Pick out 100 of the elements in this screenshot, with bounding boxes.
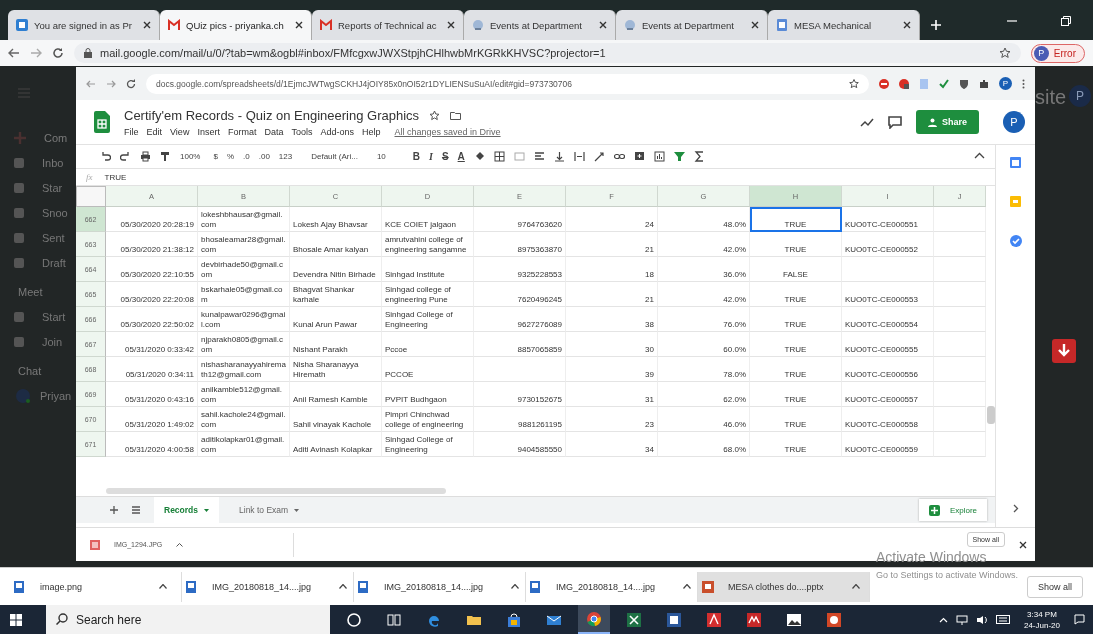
browser-tab[interactable]: You are signed in as Pr bbox=[8, 10, 160, 40]
increase-decimals-button[interactable]: .00 bbox=[258, 152, 270, 161]
comment-add-icon[interactable] bbox=[633, 151, 645, 162]
undo-icon[interactable] bbox=[100, 151, 111, 162]
save-status-link[interactable]: All changes saved in Drive bbox=[394, 126, 501, 137]
close-icon[interactable] bbox=[447, 21, 455, 29]
app-icon[interactable] bbox=[746, 611, 762, 628]
puzzle-icon[interactable] bbox=[979, 78, 989, 89]
calendar-icon[interactable] bbox=[1010, 157, 1021, 168]
add-icon[interactable] bbox=[110, 506, 118, 514]
explore-button[interactable]: Explore bbox=[918, 499, 987, 521]
stop-icon[interactable] bbox=[879, 78, 889, 89]
close-icon[interactable] bbox=[143, 21, 151, 29]
menu-item[interactable]: Join bbox=[42, 336, 63, 348]
comment-icon[interactable] bbox=[888, 115, 902, 129]
folder-icon[interactable] bbox=[450, 110, 462, 120]
photos-icon[interactable] bbox=[786, 611, 802, 628]
menu-item[interactable]: Insert bbox=[197, 126, 220, 137]
print-icon[interactable] bbox=[140, 151, 151, 162]
trend-icon[interactable] bbox=[860, 117, 874, 127]
restore-icon[interactable] bbox=[1061, 16, 1071, 26]
pdf-app-icon[interactable] bbox=[706, 611, 722, 628]
reload-icon[interactable] bbox=[52, 47, 64, 59]
menu-item[interactable]: Com bbox=[44, 132, 68, 144]
clock-date[interactable]: 24-Jun-20 bbox=[1023, 619, 1060, 631]
chevron-up-icon[interactable] bbox=[938, 616, 948, 623]
browser-tab[interactable]: Events at Department bbox=[616, 10, 768, 40]
list-icon[interactable] bbox=[132, 506, 140, 514]
search-field[interactable]: Search here bbox=[46, 605, 330, 634]
menu-item[interactable]: Start bbox=[42, 311, 66, 323]
windows-icon[interactable] bbox=[10, 613, 22, 626]
avatar[interactable]: P bbox=[999, 77, 1012, 90]
menu-item[interactable]: Tools bbox=[291, 126, 313, 137]
reload-icon[interactable] bbox=[126, 78, 136, 89]
keyboard-icon[interactable] bbox=[995, 615, 1010, 624]
download-item[interactable]: IMG_20180818_14....jpg bbox=[354, 571, 526, 602]
close-icon[interactable] bbox=[903, 21, 911, 29]
decrease-decimals-button[interactable]: .0 bbox=[243, 152, 250, 161]
close-icon[interactable] bbox=[1019, 540, 1027, 549]
download-item[interactable]: MESA clothes do....pptx bbox=[698, 571, 870, 602]
menu-item[interactable]: File bbox=[124, 126, 139, 137]
chevron-right-icon[interactable] bbox=[1012, 504, 1019, 513]
menu-item[interactable]: Sent bbox=[42, 232, 65, 244]
presentation-app-icon[interactable] bbox=[826, 611, 842, 628]
word-app-icon[interactable] bbox=[666, 611, 682, 628]
volume-icon[interactable] bbox=[975, 614, 988, 625]
valign-icon[interactable] bbox=[553, 151, 565, 162]
menu-item[interactable]: Format bbox=[227, 126, 257, 137]
back-icon[interactable] bbox=[8, 48, 20, 58]
rotate-icon[interactable] bbox=[593, 151, 605, 162]
borders-icon[interactable] bbox=[493, 151, 505, 162]
browser-tab[interactable]: Events at Department bbox=[464, 10, 616, 40]
spreadsheet-app-icon[interactable] bbox=[626, 611, 642, 628]
percent-button[interactable]: % bbox=[226, 152, 235, 161]
wrap-icon[interactable] bbox=[573, 151, 585, 162]
browser-tab[interactable]: MESA Mechanical bbox=[768, 10, 920, 40]
browser-tab[interactable]: Reports of Technical ac bbox=[312, 10, 464, 40]
download-item[interactable]: IMG_20180818_14....jpg bbox=[182, 571, 354, 602]
formula-field[interactable]: TRUE bbox=[104, 172, 127, 182]
sheet-tab[interactable]: Records bbox=[154, 497, 219, 523]
star-icon[interactable] bbox=[998, 47, 1011, 59]
stop-icon[interactable] bbox=[899, 78, 909, 89]
task-view-icon[interactable] bbox=[386, 611, 402, 628]
font-size-dropdown[interactable]: 10 bbox=[376, 152, 390, 161]
new-tab-icon[interactable] bbox=[930, 19, 942, 31]
avatar[interactable]: P bbox=[1003, 111, 1025, 133]
menu-item[interactable]: View bbox=[170, 126, 190, 137]
network-icon[interactable] bbox=[955, 614, 968, 625]
zoom-dropdown[interactable]: 100% bbox=[180, 152, 205, 161]
sheet-tab[interactable]: Link to Exam bbox=[229, 497, 310, 523]
italic-button[interactable]: I bbox=[429, 151, 433, 162]
menu-item[interactable]: Help bbox=[362, 126, 381, 137]
check-circle-icon[interactable] bbox=[1009, 235, 1022, 247]
shield-icon[interactable] bbox=[959, 78, 969, 89]
font-dropdown[interactable]: Default (Ari... bbox=[311, 152, 362, 161]
show-all-button[interactable]: Show all bbox=[1026, 575, 1083, 598]
share-button[interactable]: Share bbox=[916, 110, 979, 134]
chart-icon[interactable] bbox=[653, 151, 665, 162]
circle-icon[interactable] bbox=[346, 611, 362, 628]
address-field[interactable]: docs.google.com/spreadsheets/d/1EjmcJWTwgSCKHJ4jOIY85x0nOI52r1DYLIENSuSuAI/edit#gid=973730706 bbox=[146, 73, 869, 94]
strikethrough-button[interactable]: S bbox=[441, 151, 449, 162]
link-icon[interactable] bbox=[613, 151, 625, 162]
currency-button[interactable]: $ bbox=[213, 152, 218, 161]
star-icon[interactable] bbox=[429, 109, 441, 121]
text-color-button[interactable]: A bbox=[457, 151, 465, 162]
download-item[interactable]: image.png bbox=[10, 571, 182, 602]
browser-tab[interactable]: QUiz pics - priyanka.ch bbox=[160, 10, 312, 40]
align-icon[interactable] bbox=[533, 151, 545, 162]
bag-icon[interactable] bbox=[506, 611, 522, 628]
profile-button[interactable]: P Error bbox=[1030, 43, 1085, 63]
bold-button[interactable]: B bbox=[412, 151, 421, 162]
close-icon[interactable] bbox=[295, 21, 303, 29]
redo-icon[interactable] bbox=[120, 151, 131, 162]
sum-icon[interactable] bbox=[693, 151, 705, 162]
menu-item[interactable]: Edit bbox=[146, 126, 163, 137]
menu-item[interactable]: Add-ons bbox=[320, 126, 354, 137]
star-icon[interactable] bbox=[849, 78, 859, 89]
chrome-icon[interactable] bbox=[586, 610, 602, 627]
check-icon[interactable] bbox=[939, 78, 949, 89]
menu-item[interactable]: Data bbox=[264, 126, 284, 137]
